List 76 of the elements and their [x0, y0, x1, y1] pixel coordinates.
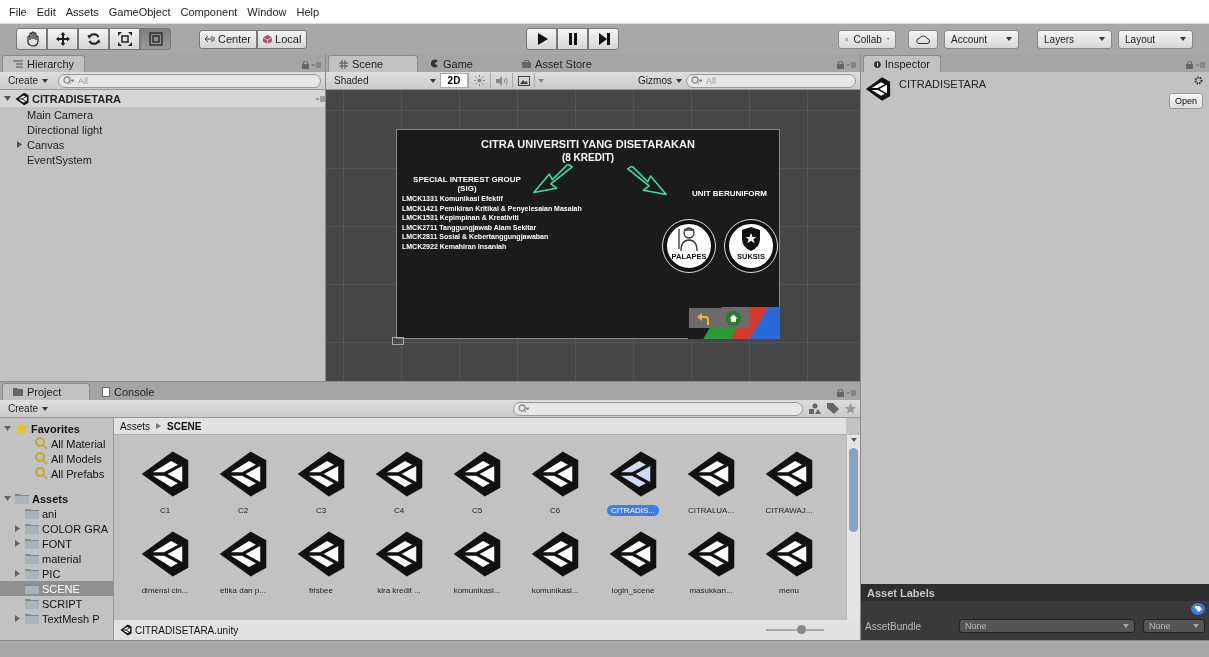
folder-tree-item[interactable]: All Prefabs [0, 466, 113, 481]
scene-asset-item[interactable]: komunikasi... [516, 529, 594, 609]
folder-tree-item[interactable]: All Models [0, 451, 113, 466]
hierarchy-tab[interactable]: Hierarchy [2, 55, 86, 72]
selected-asset-path: CITRADISETARA.unity [135, 624, 239, 636]
scene-asset-item[interactable]: login_scene [594, 529, 672, 609]
folder-tree-item[interactable]: PIC [0, 566, 113, 581]
folder-tree-item[interactable]: All Material [0, 436, 113, 451]
scene-asset-item[interactable]: C1 [126, 449, 204, 529]
menubar-item[interactable]: Window [242, 5, 292, 18]
scene-asset-item[interactable]: dimensi cin... [126, 529, 204, 609]
scene-asset-item[interactable]: masukkan... [672, 529, 750, 609]
folder-tree-item[interactable]: SCRIPT [0, 596, 113, 611]
pivot-toggle-button[interactable]: Center [199, 29, 258, 49]
hierarchy-item[interactable]: Main Camera [27, 108, 94, 121]
breadcrumb-item[interactable]: SCENE [167, 420, 202, 432]
scene-asset-item[interactable]: menu [750, 529, 828, 609]
hierarchy-item[interactable]: EventSystem [27, 153, 92, 166]
group-subheading: (SIG) [456, 184, 478, 193]
panel-title: Asset Labels [861, 584, 1209, 601]
open-button[interactable]: Open [1168, 93, 1203, 109]
field-label: AssetBundle [865, 620, 923, 632]
group-heading: UNIT BERUNIFORM [691, 189, 767, 198]
hierarchy-item[interactable]: Canvas [27, 138, 65, 151]
scene-name: CITRADISETARA [32, 92, 122, 105]
folder-tree-item[interactable]: TextMesh P [0, 611, 113, 626]
menubar-item[interactable]: Edit [31, 5, 61, 18]
section-heading[interactable]: Favorites [31, 422, 80, 435]
account-dropdown[interactable]: Account [944, 29, 1019, 49]
canvas-title: CITRA UNIVERSITI YANG DISETARAKAN [481, 138, 695, 150]
scene-asset-item[interactable]: kira kredit ... [360, 529, 438, 609]
scene-asset-item[interactable]: C6 [516, 449, 594, 529]
panel-tab[interactable]: Project [2, 383, 90, 400]
scene-asset-item[interactable]: C4 [360, 449, 438, 529]
layers-dropdown[interactable]: Layers [1037, 29, 1112, 49]
menubar-item[interactable]: GameObject [103, 5, 176, 18]
scene-asset-item[interactable]: CITRALUA... [672, 449, 750, 529]
breadcrumb-item[interactable]: Assets [120, 420, 150, 432]
menubar-item[interactable]: File [4, 5, 32, 18]
scene-tab[interactable]: Scene [328, 55, 418, 72]
game-tab[interactable]: Game [420, 55, 510, 72]
menubar-item[interactable]: Help [291, 5, 325, 18]
folder-tree-item[interactable]: COLOR GRA [0, 521, 113, 536]
folder-tree-item[interactable]: ani [0, 506, 113, 521]
group-heading: SPECIAL INTEREST GROUP [412, 175, 522, 184]
scene-asset-item[interactable]: C2 [204, 449, 282, 529]
scene-asset-item[interactable]: CITRAWAJ... [750, 449, 828, 529]
scene-asset-item[interactable]: C5 [438, 449, 516, 529]
scene-asset-item[interactable]: CITRADIS... [594, 449, 672, 529]
layout-dropdown[interactable]: Layout [1118, 29, 1193, 49]
panel-tab[interactable]: Console [92, 383, 180, 400]
store-tab[interactable]: Asset Store [512, 55, 602, 72]
canvas-subtitle: (8 KREDIT) [561, 152, 615, 163]
create-dropdown[interactable]: Create [4, 401, 52, 416]
create-dropdown[interactable]: Create [4, 73, 52, 88]
2d-toggle-button[interactable]: 2D [440, 73, 468, 88]
inspector-tab[interactable]: Inspector [863, 55, 941, 72]
menubar-item[interactable]: Component [175, 5, 243, 18]
asset-name: CITRADISETARA [899, 77, 988, 92]
space-toggle-button[interactable]: Local [257, 29, 308, 49]
section-heading[interactable]: Assets [32, 492, 69, 505]
folder-tree-item[interactable]: material [0, 551, 113, 566]
search-field[interactable]: All [58, 73, 321, 88]
asset-bundle-dropdown[interactable]: None [959, 619, 1135, 633]
variant-dropdown[interactable]: None [1143, 619, 1205, 633]
scene-asset-item[interactable]: komunikasi... [438, 529, 516, 609]
scene-asset-item[interactable]: frisbee [282, 529, 360, 609]
gizmos-dropdown[interactable]: Gizmos [634, 73, 686, 88]
folder-tree-item[interactable]: FONT [0, 536, 113, 551]
hierarchy-item[interactable]: Directional light [27, 123, 103, 136]
collab-dropdown[interactable]: Collab [838, 29, 896, 49]
menubar-item[interactable]: Assets [60, 5, 104, 18]
scene-asset-item[interactable]: C3 [282, 449, 360, 529]
search-field[interactable]: All [686, 73, 856, 88]
scene-asset-item[interactable]: etika dan p... [204, 529, 282, 609]
shading-dropdown[interactable]: Shaded [330, 73, 440, 88]
